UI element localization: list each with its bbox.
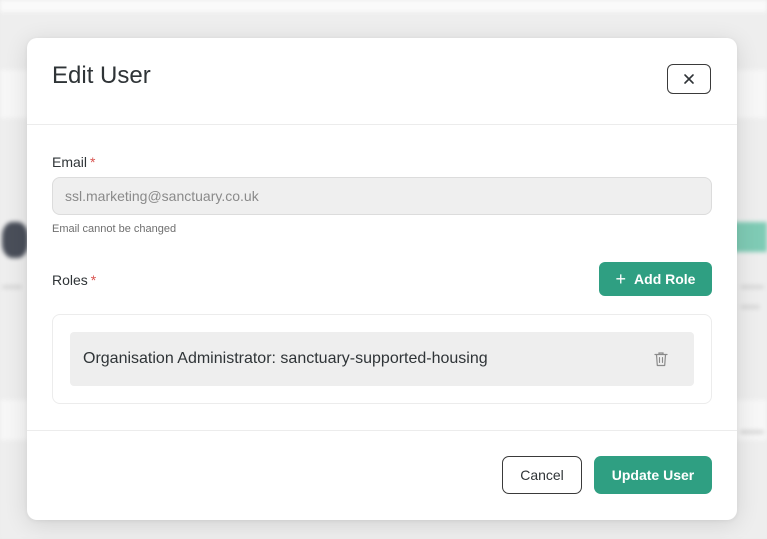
background-line [740,430,764,434]
footer-divider [27,430,737,431]
email-label: Email * [52,154,95,170]
add-role-button[interactable]: + Add Role [599,262,712,296]
roles-list: Organisation Administrator: sanctuary-su… [52,314,712,404]
email-hint: Email cannot be changed [52,223,177,235]
trash-icon [654,352,668,367]
close-icon [684,74,694,84]
email-label-text: Email [52,154,88,170]
email-field[interactable] [52,177,712,215]
delete-role-button[interactable] [650,348,672,370]
roles-label-text: Roles [52,272,88,288]
required-marker: * [90,154,96,170]
required-marker: * [90,272,97,288]
update-user-button[interactable]: Update User [594,456,712,494]
cancel-button[interactable]: Cancel [502,456,582,494]
background-top-bar [0,0,767,12]
header-divider [27,124,737,125]
edit-user-modal: Edit User Email* Email cannot be changed… [27,38,737,520]
roles-label: Roles * [52,272,96,288]
background-avatar [2,222,28,258]
modal-title: Edit User [52,62,151,89]
background-line [740,285,764,289]
role-item: Organisation Administrator: sanctuary-su… [70,332,694,386]
background-line [2,285,22,289]
plus-icon: + [615,269,627,289]
close-button[interactable] [667,64,711,94]
background-line [740,305,760,309]
add-role-label: Add Role [634,271,696,287]
role-item-label: Organisation Administrator: sanctuary-su… [83,350,488,367]
